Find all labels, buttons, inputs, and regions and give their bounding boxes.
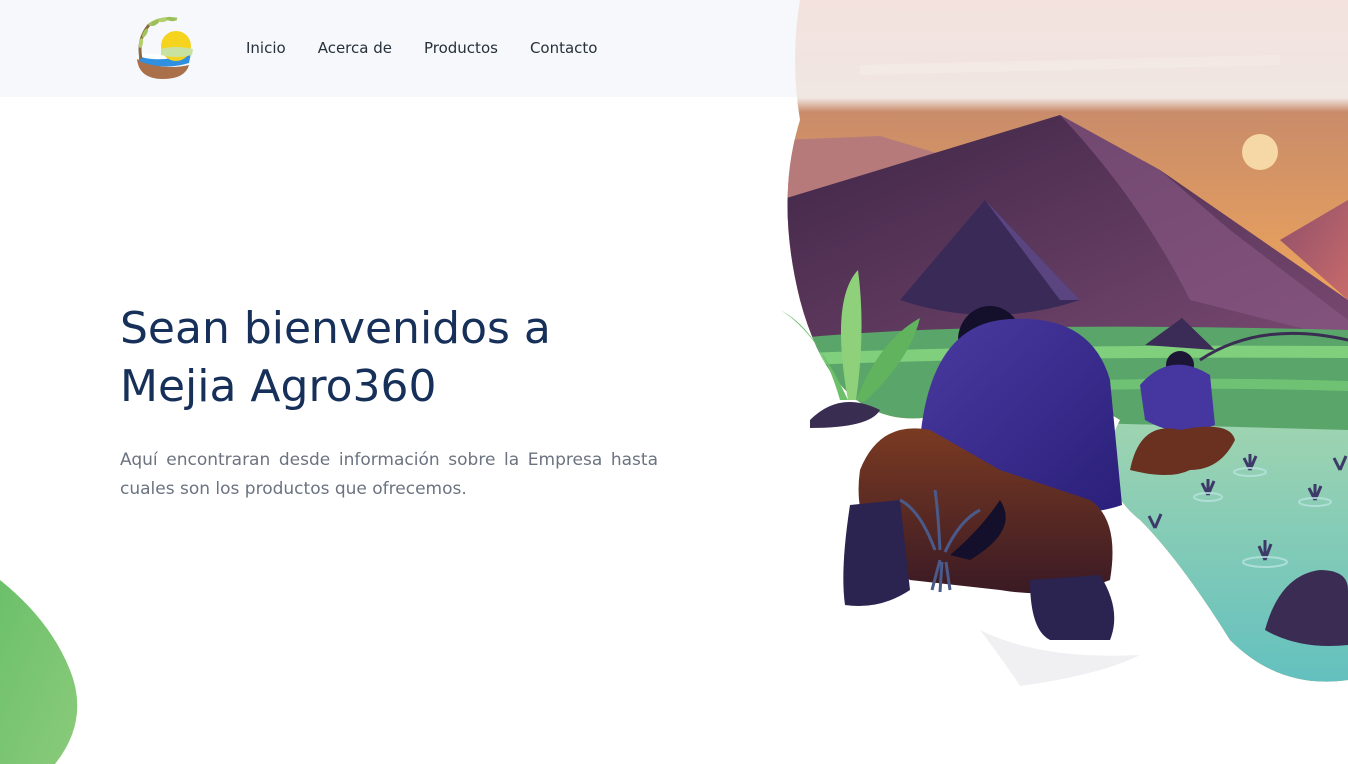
rice-farmers-illustration-icon [780, 0, 1348, 686]
hero-subtitle: Aquí encontraran desde información sobre… [120, 450, 658, 499]
hero-title-line-1: Sean bienvenidos a [120, 303, 551, 354]
nav-link-contacto[interactable]: Contacto [530, 38, 598, 58]
nav-link-productos[interactable]: Productos [424, 38, 498, 58]
decorative-green-blob-icon [0, 580, 78, 764]
hero-title: Sean bienvenidos a Mejia Agro360 [120, 300, 680, 416]
nav-link-acerca-de[interactable]: Acerca de [318, 38, 392, 58]
company-logo-icon[interactable] [133, 15, 195, 81]
hero-title-line-2: Mejia Agro360 [120, 361, 437, 412]
nav-link-inicio[interactable]: Inicio [246, 38, 286, 58]
main-nav: Inicio Acerca de Productos Contacto [246, 38, 629, 58]
